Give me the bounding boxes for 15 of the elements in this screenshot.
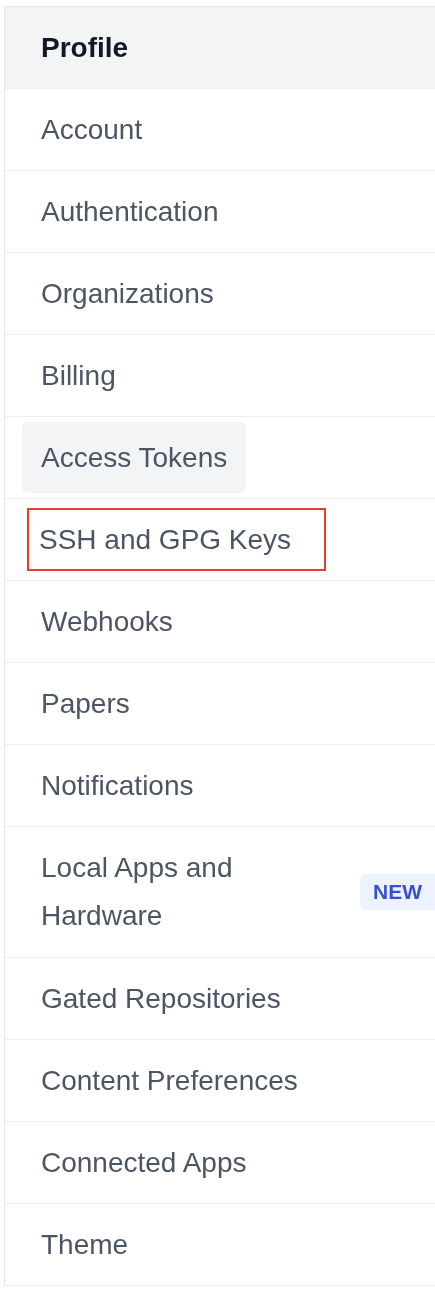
nav-item[interactable]: Access Tokens (22, 421, 247, 494)
nav-item[interactable]: Local Apps and Hardware (22, 832, 350, 952)
nav-item[interactable]: Organizations (22, 257, 233, 330)
nav-item[interactable]: Gated Repositories (22, 962, 300, 1035)
nav-item[interactable]: Webhooks (22, 585, 192, 658)
nav-item[interactable]: Notifications (22, 749, 213, 822)
new-badge: NEW (360, 874, 435, 910)
nav-item[interactable]: Connected Apps (22, 1126, 266, 1199)
nav-item[interactable]: Theme (22, 1208, 148, 1281)
nav-item[interactable]: Papers (22, 667, 149, 740)
nav-item[interactable]: Content Preferences (22, 1044, 317, 1117)
nav-item[interactable]: Account (22, 93, 162, 166)
nav-item[interactable]: Billing (22, 339, 135, 412)
nav-item[interactable]: Authentication (22, 175, 238, 248)
nav-item[interactable]: SSH and GPG Keys (27, 507, 327, 572)
